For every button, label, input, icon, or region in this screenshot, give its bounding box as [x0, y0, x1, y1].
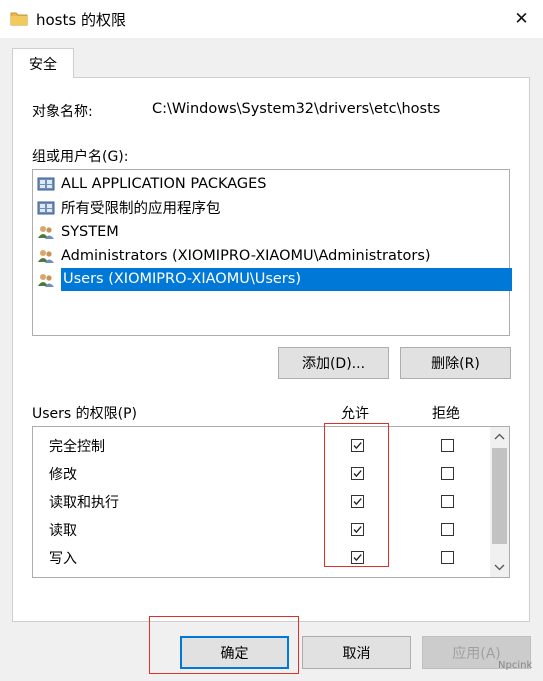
scroll-thumb[interactable] — [492, 448, 507, 544]
table-row: 读取和执行 — [49, 490, 119, 514]
table-row: 写入 — [49, 546, 77, 570]
deny-checkbox[interactable] — [441, 439, 454, 452]
object-name-label: 对象名称: — [32, 104, 93, 120]
permission-name: 写入 — [49, 551, 77, 567]
scroll-up-icon[interactable] — [492, 430, 507, 448]
ok-button-highlight — [149, 616, 299, 674]
allow-checkbox[interactable] — [351, 577, 364, 578]
groups-listbox[interactable]: ALL APPLICATION PACKAGES 所有受限制的应用程序包 SYS… — [32, 169, 512, 336]
permission-name: 完全控制 — [49, 439, 105, 455]
permissions-list: 完全控制 修改 读取和执行 读取 写入 — [32, 426, 510, 578]
close-button[interactable]: ✕ — [500, 0, 543, 38]
add-button[interactable]: 添加(D)... — [278, 347, 389, 379]
allow-column-highlight — [324, 423, 389, 567]
deny-checkbox[interactable] — [441, 523, 454, 536]
list-item-label: Users (XIOMIPRO-XIAOMU\Users) — [61, 268, 512, 291]
close-icon: ✕ — [514, 9, 529, 29]
users-group-icon — [37, 272, 55, 288]
remove-button[interactable]: 删除(R) — [400, 347, 511, 379]
list-item[interactable]: SYSTEM — [37, 220, 119, 243]
table-row: 完全控制 — [49, 434, 105, 458]
add-button-label: 添加(D)... — [301, 356, 366, 372]
users-group-icon — [37, 224, 55, 240]
list-item-label: ALL APPLICATION PACKAGES — [61, 175, 267, 192]
deny-checkbox[interactable] — [441, 551, 454, 564]
object-name-value: C:\Windows\System32\drivers\etc\hosts — [152, 101, 441, 117]
remove-button-label: 删除(R) — [431, 356, 480, 372]
permissions-label: Users 的权限(P) — [32, 406, 138, 422]
permission-name: 读取和执行 — [49, 495, 119, 511]
groups-label: 组或用户名(G): — [32, 149, 129, 165]
package-group-icon — [37, 200, 55, 216]
permission-name: 修改 — [49, 467, 77, 483]
apply-button-label: 应用(A) — [452, 645, 501, 662]
permission-name: 读取 — [49, 523, 77, 539]
users-group-icon — [37, 248, 55, 264]
list-item-label: Administrators (XIOMIPRO-XIAOMU\Administ… — [61, 247, 431, 264]
tab-security[interactable]: 安全 — [12, 48, 74, 78]
deny-checkbox[interactable] — [441, 467, 454, 480]
list-item[interactable]: 所有受限制的应用程序包 — [37, 196, 221, 219]
list-item-users[interactable]: Users (XIOMIPRO-XIAOMU\Users) — [37, 268, 512, 291]
table-row: 读取 — [49, 518, 77, 542]
list-item[interactable]: Administrators (XIOMIPRO-XIAOMU\Administ… — [37, 244, 431, 267]
list-item-label: 所有受限制的应用程序包 — [61, 201, 221, 217]
watermark: Npcink — [498, 660, 533, 671]
allow-header: 允许 — [341, 406, 369, 422]
list-item[interactable]: ALL APPLICATION PACKAGES — [37, 172, 267, 195]
deny-checkbox[interactable] — [441, 577, 454, 578]
tab-security-label: 安全 — [29, 56, 57, 73]
scroll-down-icon[interactable] — [492, 560, 507, 578]
deny-checkbox[interactable] — [441, 495, 454, 508]
table-row: 修改 — [49, 462, 77, 486]
deny-header: 拒绝 — [432, 406, 460, 422]
cancel-button-label: 取消 — [342, 645, 371, 662]
list-item-label: SYSTEM — [61, 223, 119, 240]
cancel-button[interactable]: 取消 — [302, 636, 411, 669]
folder-icon — [10, 10, 28, 30]
package-group-icon — [37, 176, 55, 192]
window-title: hosts 的权限 — [36, 11, 126, 29]
